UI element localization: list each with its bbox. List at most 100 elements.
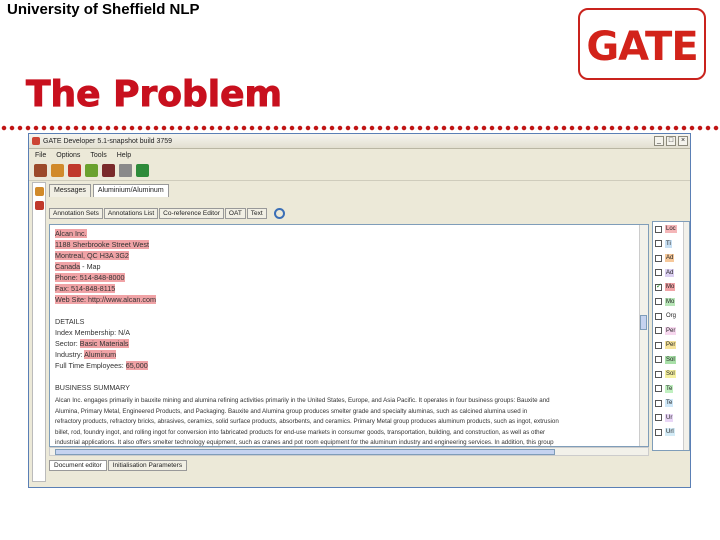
annotation-diff-icon[interactable] [136,164,149,177]
toolbar [29,161,690,181]
annotation-type-checkbox[interactable] [655,399,662,407]
annotation-highlight[interactable]: 65,000 [125,361,148,370]
annotation-highlight[interactable]: Canada [55,262,81,271]
document-text-pane[interactable]: Alcan Inc. 1188 Sherbrooke Street West Mon… [49,224,649,447]
annotation-type-label: Te [665,384,674,393]
new-processing-resource-icon[interactable] [51,164,64,177]
datastore-icon[interactable] [102,164,115,177]
summary-line: Alcan Inc. engages primarily in bauxite … [55,397,550,404]
tab-text[interactable]: Text [246,207,267,219]
dotted-divider [0,124,720,132]
close-icon[interactable]: × [678,136,688,146]
line-text: Index Membership: N/A [55,328,131,337]
vertical-scrollbar[interactable] [639,225,648,446]
annotation-type-checkbox[interactable] [655,356,662,363]
annotation-highlight[interactable]: Montreal, QC H3A 3G2 [55,251,129,260]
annotation-highlight[interactable]: Alcan Inc. [55,229,87,238]
annotation-type-label: Sol [665,370,676,378]
minimize-icon[interactable]: _ [654,136,664,146]
menu-tools[interactable]: Tools [90,152,106,159]
annotation-type-checkbox[interactable] [655,298,662,305]
line-text: Sector: [55,339,80,348]
annotation-type-label: Per [665,326,677,335]
language-resources-icon[interactable] [35,201,44,210]
annotation-type-label: Loc [665,225,677,233]
annotation-type-label: Org [665,312,678,320]
annotation-type-label: Ad [665,254,675,262]
new-language-resource-icon[interactable] [68,164,81,177]
annotation-type-checkbox[interactable] [655,254,662,262]
annotation-type-checkbox[interactable] [655,269,662,276]
annotation-highlight[interactable]: Web Site: http://www.alcan.com [55,295,156,304]
tab-document[interactable]: Aluminium/Aluminum [92,184,169,197]
tab-coreference-editor[interactable]: Co-reference Editor [159,207,224,219]
annotation-type-row[interactable]: Ad [655,253,675,263]
resource-tree[interactable] [32,182,46,482]
document-line: Full Time Employees: 65,000 [55,361,148,370]
annotation-type-row[interactable]: Mo [655,297,676,307]
menu-help[interactable]: Help [117,152,131,159]
tab-document-editor[interactable]: Document editor [49,460,107,471]
types-scrollbar[interactable] [683,222,689,450]
horizontal-scrollbar[interactable] [49,447,649,456]
tab-annotations-list[interactable]: Annotations List [103,207,159,219]
gate-window: GATE Developer 5.1-snapshot build 3759 _… [28,133,691,488]
hscroll-thumb[interactable] [55,449,555,455]
summary-line: industrial applications. It also offers … [55,439,554,446]
annotation-type-row[interactable]: Sol [655,355,676,365]
annotation-highlight[interactable]: Aluminum [84,350,117,359]
new-application-icon[interactable] [85,164,98,177]
search-icon[interactable] [273,207,285,219]
applications-icon[interactable] [35,187,44,196]
annotation-type-checkbox[interactable] [655,225,662,233]
annotation-type-label: Mo [665,297,676,306]
annotation-highlight[interactable]: Basic Materials [79,339,129,348]
annotation-type-label: Url [665,428,675,436]
line-text: Industry: [55,350,85,359]
annotation-type-checkbox[interactable] [655,282,662,291]
window-titlebar[interactable]: GATE Developer 5.1-snapshot build 3759 _… [29,134,690,149]
annotation-highlight[interactable]: 1188 Sherbrooke Street West [55,240,150,249]
annotation-type-label: Ur [665,413,674,422]
annotation-type-row[interactable]: Loc [655,224,677,234]
line-text: Full Time Employees: [55,361,126,370]
annotation-type-checkbox[interactable] [655,341,662,349]
line-text: - Map [80,262,101,271]
plugin-manager-icon[interactable] [119,164,132,177]
annotation-type-row[interactable]: Ad [655,268,675,278]
annotation-type-row[interactable]: Per [655,326,677,336]
annotation-type-checkbox[interactable] [655,370,662,378]
annotation-type-checkbox[interactable] [655,327,662,334]
tab-oat[interactable]: OAT [224,207,246,219]
load-resource-icon[interactable] [34,164,47,177]
annotation-highlight[interactable]: Fax: 514-848-8115 [55,284,116,293]
annotation-type-checkbox[interactable] [655,312,662,320]
annotation-type-row[interactable]: Ur [655,413,674,423]
annotation-type-row[interactable]: Te [655,398,674,408]
annotation-type-row[interactable]: Url [655,427,675,437]
annotation-type-checkbox[interactable] [655,428,662,436]
tab-initialisation-parameters[interactable]: Initialisation Parameters [107,460,188,471]
annotation-type-row[interactable]: Ti [655,239,672,249]
annotation-type-row[interactable]: Mo [655,282,676,292]
app-icon [32,137,40,145]
annotation-type-row[interactable]: Te [655,384,674,394]
document-tabs: Messages Aluminium/Aluminum [49,184,171,197]
document-line: Industry: Aluminum [55,350,117,359]
tab-annotation-sets[interactable]: Annotation Sets [49,207,103,219]
annotation-type-row[interactable]: Per [655,340,677,350]
menu-options[interactable]: Options [56,152,80,159]
annotation-type-row[interactable]: Org [655,311,678,321]
scroll-thumb[interactable] [640,315,647,330]
maximize-icon[interactable]: □ [666,136,676,146]
annotation-type-checkbox[interactable] [655,240,662,247]
document-line: Phone: 514-848-8000 [55,273,125,282]
menu-file[interactable]: File [35,152,46,159]
tab-messages[interactable]: Messages [49,184,91,197]
annotation-type-row[interactable]: Sol [655,369,676,379]
annotation-type-checkbox[interactable] [655,385,662,392]
annotation-type-checkbox[interactable] [655,414,662,421]
annotation-highlight[interactable]: Phone: 514-848-8000 [55,273,125,282]
document-line: Alcan Inc. [55,229,87,238]
document-line: Web Site: http://www.alcan.com [55,295,156,304]
